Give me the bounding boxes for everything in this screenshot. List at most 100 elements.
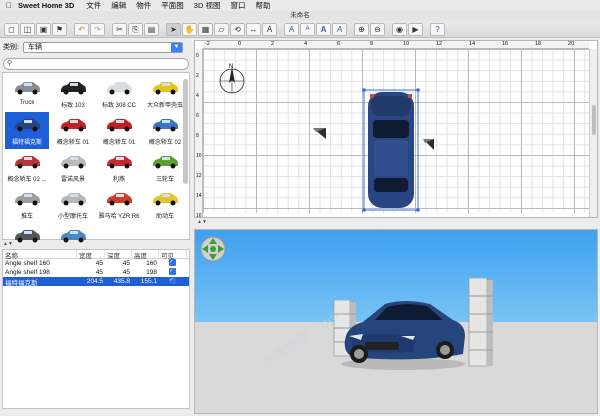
check-icon: ✓: [168, 277, 176, 284]
create-polylines-icon[interactable]: ⟲: [230, 22, 245, 36]
ruler-tick-label: 6: [196, 113, 199, 119]
open-icon[interactable]: ◫: [20, 22, 35, 36]
catalog-search-input[interactable]: ⚲: [3, 58, 189, 70]
copy-icon[interactable]: ⎘: [128, 22, 143, 36]
help-icon[interactable]: ?: [430, 22, 445, 36]
car-3d-model[interactable]: [335, 292, 470, 372]
ruler-tick-label: 12: [436, 41, 443, 47]
undo-icon[interactable]: ↶: [74, 22, 89, 36]
catalog-item-label: 标致 308 CC: [101, 103, 136, 109]
menu-plan[interactable]: 平面图: [161, 0, 184, 11]
left-split-handle[interactable]: ▲▼: [0, 241, 192, 247]
italic-text-icon[interactable]: A: [332, 22, 347, 36]
zoom-in-icon[interactable]: ⊕: [354, 22, 369, 36]
create-dimensions-icon[interactable]: ↔: [246, 22, 261, 36]
check-icon: ✓: [168, 268, 176, 275]
angle-shelf-plan-icon-2[interactable]: [423, 139, 435, 151]
plan-scrollbar[interactable]: [589, 49, 597, 217]
menu-help[interactable]: 帮助: [255, 0, 270, 11]
menu-window[interactable]: 窗口: [230, 0, 245, 11]
redo-icon[interactable]: ↷: [90, 22, 105, 36]
catalog-item[interactable]: 概念轿车 01: [97, 112, 141, 149]
increase-text-icon[interactable]: A: [284, 22, 299, 36]
ruler-tick-label: 4: [196, 93, 199, 99]
catalog-item[interactable]: 雷诺风景: [51, 149, 95, 186]
column-name[interactable]: 名称: [3, 250, 77, 260]
catalog-item[interactable]: 福特福克斯: [5, 112, 49, 149]
save-icon[interactable]: ▣: [36, 22, 51, 36]
catalog-item[interactable]: 概念轿车 02 ...: [5, 149, 49, 186]
create-labels-icon[interactable]: A: [262, 22, 277, 36]
app-menu[interactable]: Sweet Home 3D: [18, 1, 74, 10]
ruler-tick-label: 0: [196, 53, 199, 59]
add-furniture-icon[interactable]: ⚑: [52, 22, 67, 36]
zoom-out-icon[interactable]: ⊖: [370, 22, 385, 36]
compass-icon[interactable]: N: [217, 61, 247, 97]
visible-checkbox[interactable]: ✓: [159, 259, 187, 268]
visible-checkbox[interactable]: ✓: [159, 277, 187, 286]
visible-checkbox[interactable]: ✓: [159, 268, 187, 277]
menu-3d-view[interactable]: 3D 视图: [194, 0, 221, 11]
create-video-icon[interactable]: ▶: [408, 22, 423, 36]
plan-view[interactable]: -2 0 2 4 6 8 10 12 14 16 18 20 0 2 4 6 8 10 12 14 16 N: [194, 40, 598, 218]
cell-name: 福特福克斯: [5, 279, 38, 287]
vehicle-thumbnail-icon: [58, 114, 88, 136]
ruler-tick-label: 6: [337, 41, 341, 47]
create-photo-icon[interactable]: ◉: [392, 22, 407, 36]
plan-3d-split-handle[interactable]: ▲▼: [194, 219, 598, 229]
catalog-item[interactable]: 概念轿车 02: [143, 112, 187, 149]
category-label: 类别:: [3, 44, 19, 51]
car-plan-icon[interactable]: [361, 86, 421, 214]
angle-shelf-3d-right: [468, 278, 493, 367]
vehicle-thumbnail-icon: [104, 114, 134, 136]
vehicle-thumbnail-icon: [12, 114, 42, 136]
catalog-item[interactable]: Truck: [5, 75, 49, 112]
table-row[interactable]: 福特福克斯 204.5 435.8 155.1 ✓: [3, 277, 189, 287]
column-height[interactable]: 高度: [132, 250, 159, 260]
catalog-item[interactable]: 推车: [5, 186, 49, 223]
catalog-item[interactable]: 概念轿车 01: [51, 112, 95, 149]
catalog-item[interactable]: 三轮车: [143, 149, 187, 186]
cut-icon[interactable]: ✂: [112, 22, 127, 36]
ruler-tick-label: 8: [370, 41, 374, 47]
menu-edit[interactable]: 编辑: [111, 0, 126, 11]
cell-height: 198: [146, 269, 157, 276]
paste-icon[interactable]: ▤: [144, 22, 159, 36]
catalog-item[interactable]: 利燕: [97, 149, 141, 186]
menu-file[interactable]: 文件: [86, 0, 101, 11]
cell-depth: 45: [122, 260, 130, 267]
vehicle-thumbnail-icon: [58, 188, 88, 210]
catalog-item[interactable]: 雅马哈 YZR R6: [97, 186, 141, 223]
catalog-item[interactable]: 标致 103: [51, 75, 95, 112]
create-rooms-icon[interactable]: ▱: [214, 22, 229, 36]
catalog-item-label: 助动车: [155, 214, 174, 220]
apple-menu-icon[interactable]: : [0, 1, 18, 10]
ruler-tick-label: 8: [196, 133, 199, 139]
catalog-item[interactable]: 标致 308 CC: [97, 75, 141, 112]
cell-width: 45: [95, 260, 103, 267]
catalog-item[interactable]: 助动车: [143, 186, 187, 223]
bold-text-icon[interactable]: A: [316, 22, 331, 36]
catalog-item-label: 雷诺风景: [60, 177, 85, 183]
column-depth[interactable]: 深度: [105, 250, 132, 260]
cell-height: 160: [146, 260, 157, 267]
ruler-tick-label: 10: [403, 41, 410, 47]
create-walls-icon[interactable]: ▦: [198, 22, 213, 36]
cell-depth: 45: [122, 269, 130, 276]
ruler-tick-label: 2: [196, 73, 199, 79]
catalog-item[interactable]: 大众新甲壳虫: [143, 75, 187, 112]
select-mode-icon[interactable]: ➤: [166, 22, 181, 36]
column-width[interactable]: 宽度: [77, 250, 105, 260]
navigation-arrows-icon[interactable]: [200, 236, 226, 262]
new-icon[interactable]: ◻: [4, 22, 19, 36]
table-row[interactable]: Angle shelf 160 45 45 160 ✓: [3, 259, 189, 268]
angle-shelf-plan-icon[interactable]: [313, 128, 327, 140]
3d-view[interactable]: 软件学堂 .com: [194, 229, 598, 414]
catalog-scrollbar[interactable]: [183, 79, 188, 184]
decrease-text-icon[interactable]: A: [300, 22, 315, 36]
category-select[interactable]: 车辆 ▼: [22, 41, 183, 53]
catalog-item[interactable]: 小型摩托车: [51, 186, 95, 223]
pan-mode-icon[interactable]: ✋: [182, 22, 197, 36]
table-body: Angle shelf 160 45 45 160 ✓ Angle shelf 198 45…: [3, 259, 189, 287]
menu-furniture[interactable]: 物件: [136, 0, 151, 11]
